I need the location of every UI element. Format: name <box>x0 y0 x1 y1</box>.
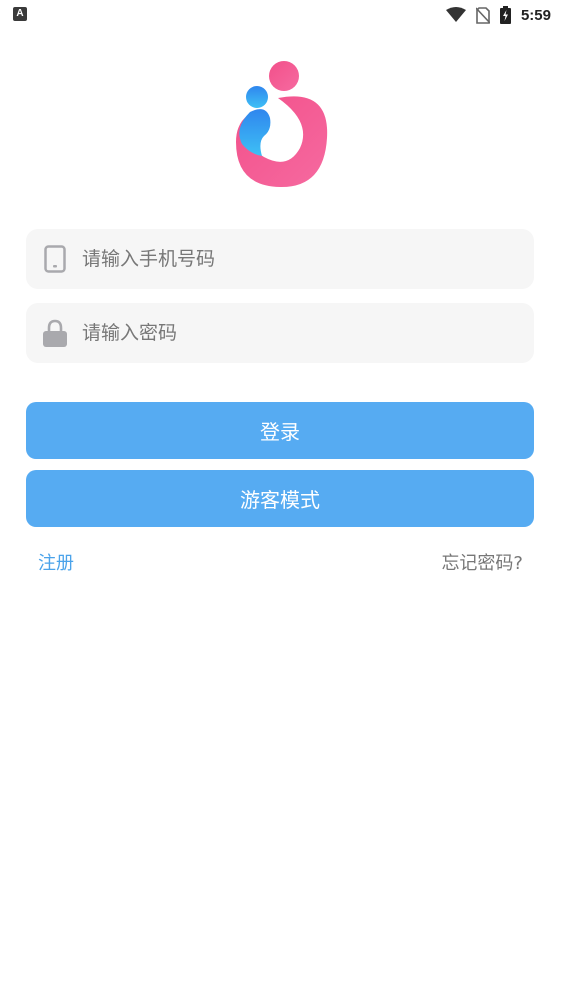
register-link[interactable]: 注册 <box>38 549 74 575</box>
forgot-password-link[interactable]: 忘记密码? <box>441 549 523 575</box>
status-time: 5:59 <box>520 6 551 24</box>
password-input[interactable] <box>80 321 504 345</box>
status-bar: A 5:59 <box>0 0 561 30</box>
login-button[interactable]: 登录 <box>26 402 534 459</box>
phone-field[interactable] <box>26 229 534 289</box>
guest-mode-button-label: 游客模式 <box>240 488 320 512</box>
app-logo <box>236 61 328 188</box>
login-button-label: 登录 <box>260 420 300 444</box>
password-field[interactable] <box>26 303 534 363</box>
battery-charging-icon <box>499 6 511 24</box>
status-icons: 5:59 <box>445 5 551 25</box>
notification-icon: A <box>13 7 27 21</box>
wifi-icon <box>445 7 466 22</box>
phone-icon <box>42 245 68 273</box>
lock-icon <box>42 319 68 347</box>
no-sim-icon <box>475 6 490 24</box>
guest-mode-button[interactable]: 游客模式 <box>26 470 534 527</box>
phone-input[interactable] <box>80 247 504 271</box>
